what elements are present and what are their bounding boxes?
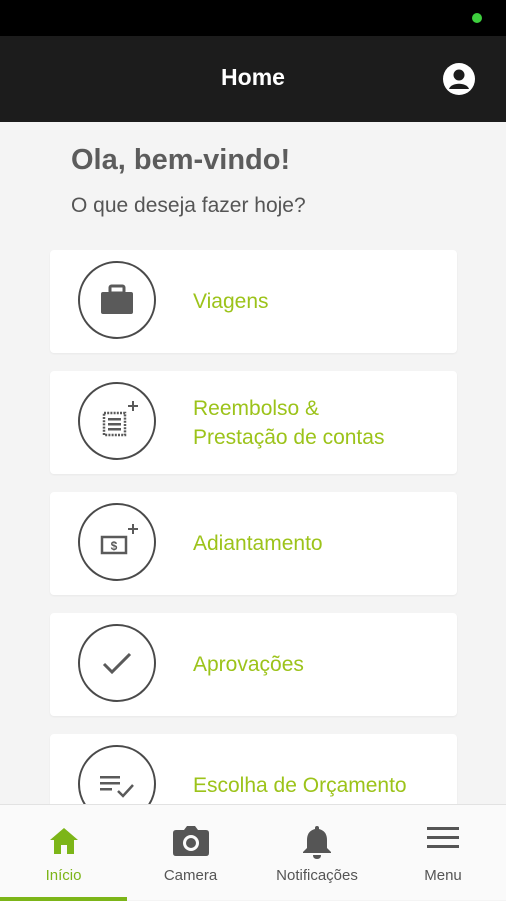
card-label-reembolso-line2: Prestação de contas: [193, 425, 385, 449]
nav-item-camera[interactable]: Camera: [127, 805, 254, 901]
card-icon-circle: [78, 261, 156, 339]
profile-button[interactable]: [442, 62, 476, 96]
card-label-reembolso: Reembolso & Prestação de contas: [193, 371, 443, 474]
account-circle-icon: [443, 63, 475, 95]
status-bar: [0, 0, 506, 36]
money-add-icon: $: [100, 524, 138, 555]
home-icon: [49, 828, 78, 854]
nav-label-inicio: Início: [45, 867, 82, 884]
bottom-navigation: Início Camera Notificações Menu: [0, 804, 506, 901]
card-icon-circle: [78, 624, 156, 702]
checklist-icon: [100, 776, 134, 798]
checkmark-icon: [102, 652, 132, 675]
card-reembolso[interactable]: Reembolso & Prestação de contas: [50, 371, 457, 474]
active-tab-indicator: [0, 897, 127, 901]
camera-icon: [172, 826, 209, 856]
card-label-viagens: Viagens: [193, 290, 269, 313]
nav-item-inicio[interactable]: Início: [0, 805, 127, 901]
welcome-greeting: Ola, bem-vindo!: [71, 144, 291, 176]
bell-icon: [303, 826, 331, 859]
home-content: Ola, bem-vindo! O que deseja fazer hoje?…: [0, 122, 506, 804]
nav-label-notificacoes: Notificações: [276, 867, 358, 884]
card-escolha-orcamento[interactable]: Escolha de Orçamento: [50, 734, 457, 804]
card-icon-circle: [78, 382, 156, 460]
card-adiantamento[interactable]: $ Adiantamento: [50, 492, 457, 595]
welcome-subtitle: O que deseja fazer hoje?: [71, 194, 306, 217]
nav-item-notificacoes[interactable]: Notificações: [254, 805, 380, 901]
svg-text:$: $: [111, 539, 118, 553]
page-title: Home: [221, 64, 285, 90]
card-label-reembolso-line1: Reembolso &: [193, 396, 320, 420]
app-bar: Home: [0, 36, 506, 122]
card-viagens[interactable]: Viagens: [50, 250, 457, 353]
nav-label-camera: Camera: [163, 867, 218, 884]
nav-label-menu: Menu: [424, 867, 462, 884]
card-icon-circle: [78, 745, 156, 804]
card-label-adiantamento: Adiantamento: [193, 532, 323, 555]
status-indicator: [472, 13, 482, 23]
nav-item-menu[interactable]: Menu: [380, 805, 506, 901]
card-label-escolha-orcamento: Escolha de Orçamento: [193, 774, 407, 797]
receipt-add-icon: [102, 401, 138, 437]
card-label-aprovacoes: Aprovações: [193, 653, 304, 676]
card-aprovacoes[interactable]: Aprovações: [50, 613, 457, 716]
hamburger-icon: [427, 827, 459, 848]
briefcase-icon: [101, 284, 133, 314]
card-icon-circle: $: [78, 503, 156, 581]
